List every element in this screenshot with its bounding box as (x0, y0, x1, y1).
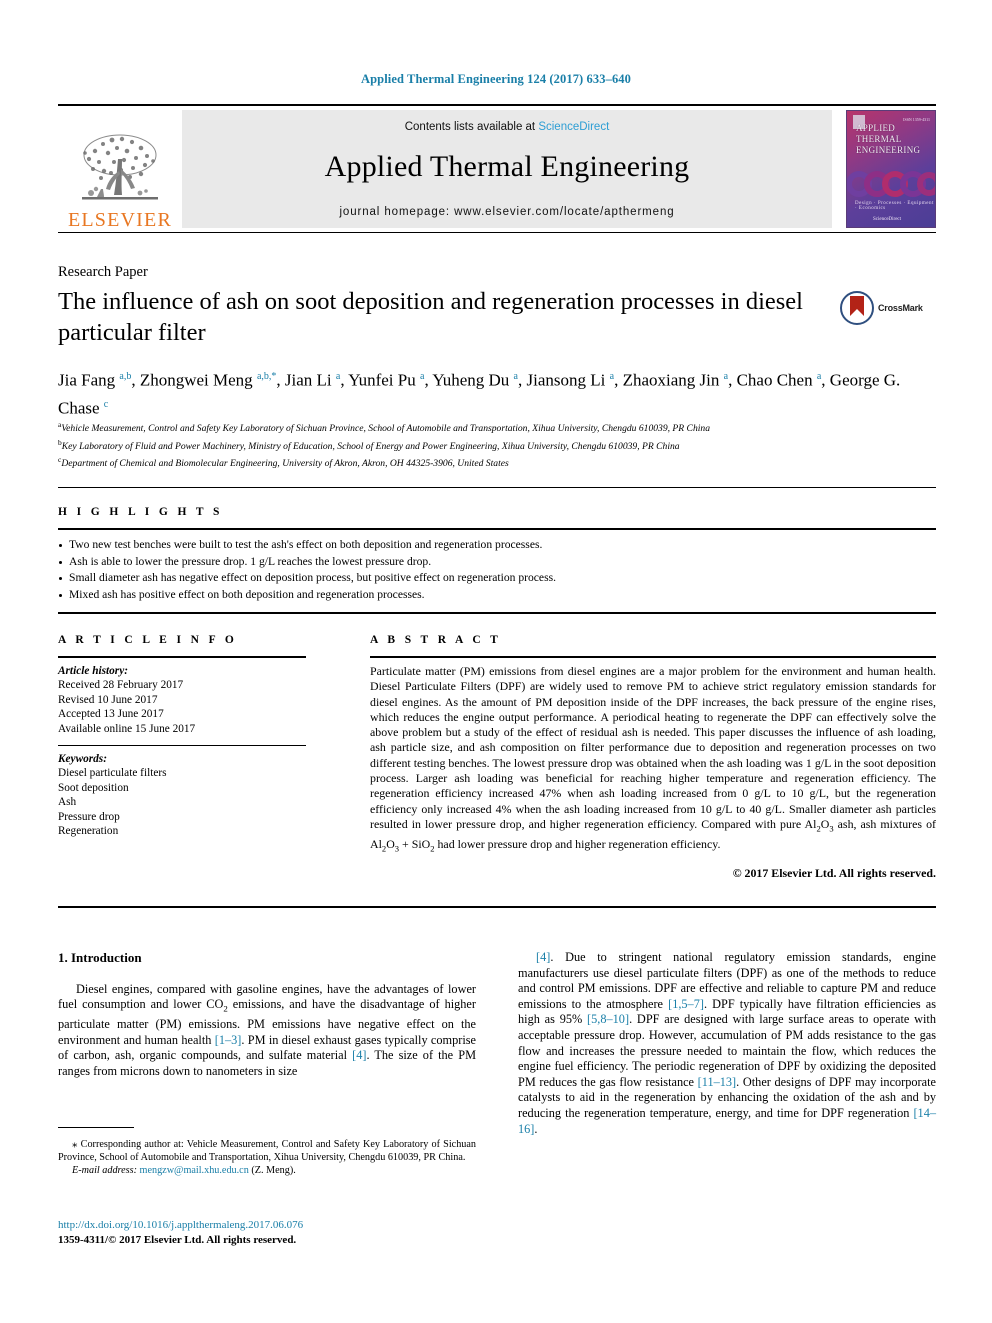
journal-masthead: ELSEVIER Contents lists available at Sci… (58, 104, 936, 234)
affiliation-text-b: Key Laboratory of Fluid and Power Machin… (61, 440, 680, 452)
author-list: Jia Fang a,b, Zhongwei Meng a,b,*, Jian … (58, 370, 901, 418)
page-footer: http://dx.doi.org/10.1016/j.applthermale… (58, 1218, 558, 1247)
list-item: Two new test benches were built to test … (58, 537, 936, 554)
article-type-kicker: Research Paper (58, 264, 148, 280)
list-item: Ash is able to lower the pressure drop. … (58, 554, 936, 571)
body-column-right: [4]. Due to stringent national regulator… (518, 950, 936, 1137)
affiliation-bottom-rule (58, 487, 936, 488)
cover-title-line1: APPLIED (856, 123, 896, 133)
keywords-label: Keywords: (58, 753, 107, 766)
list-item: Mixed ash has positive effect on both de… (58, 587, 936, 604)
journal-title: Applied Thermal Engineering (324, 149, 690, 183)
abstract-heading: A B S T R A C T (370, 634, 502, 646)
affiliation-b: bKey Laboratory of Fluid and Power Machi… (58, 436, 938, 454)
page-title: The influence of ash on soot deposition … (58, 288, 803, 346)
cover-footer-text: Design · Processes · Equipment · Economi… (855, 201, 934, 211)
cover-issn: ISSN 1359-4311 (903, 117, 930, 122)
crossmark-icon (840, 291, 874, 325)
highlights-heading: H I G H L I G H T S (58, 506, 223, 518)
abstract-copyright: © 2017 Elsevier Ltd. All rights reserved… (732, 866, 936, 880)
crossmark-badge[interactable]: CrossMark (840, 286, 936, 330)
footnote-block: ⁎ Corresponding author at: Vehicle Measu… (58, 1138, 476, 1178)
contents-band: Contents lists available at ScienceDirec… (182, 110, 832, 228)
article-history-label: Article history: (58, 665, 128, 677)
cover-title-line2: THERMAL (856, 134, 902, 144)
cover-title-line3: ENGINEERING (856, 145, 921, 155)
article-info-block: Article history: Received 28 February 20… (58, 664, 308, 838)
section-heading-introduction: 1. Introduction (58, 950, 142, 965)
contents-lists-line: Contents lists available at ScienceDirec… (405, 121, 610, 133)
body-column-left: 1. Introduction Diesel engines, compared… (58, 950, 476, 1080)
affiliation-list: aVehicle Measurement, Control and Safety… (58, 418, 938, 471)
paper-page: Applied Thermal Engineering 124 (2017) 6… (0, 0, 992, 1323)
article-history-item: Accepted 13 June 2017 (58, 708, 164, 721)
highlights-list: Two new test benches were built to test … (58, 537, 936, 603)
email-suffix: (Z. Meng). (251, 1165, 296, 1177)
article-info-heading: A R T I C L E I N F O (58, 634, 238, 646)
journal-homepage-link[interactable]: journal homepage: www.elsevier.com/locat… (339, 206, 674, 218)
crossmark-label: CrossMark (878, 303, 923, 313)
affiliation-c: cDepartment of Chemical and Biomolecular… (58, 453, 938, 471)
doi-link[interactable]: http://dx.doi.org/10.1016/j.applthermale… (58, 1219, 303, 1231)
article-info-rule (58, 656, 306, 658)
cover-title: APPLIED THERMAL ENGINEERING (856, 123, 920, 156)
contents-prefix: Contents lists available at (404, 120, 539, 133)
elsevier-logo: ELSEVIER (58, 106, 182, 232)
keyword-item: Pressure drop (58, 810, 120, 823)
affiliation-text-c: Department of Chemical and Biomolecular … (61, 458, 509, 470)
sciencedirect-link[interactable]: ScienceDirect (538, 121, 609, 133)
journal-cover-thumbnail: ISSN 1359-4311 APPLIED THERMAL ENGINEERI… (832, 106, 936, 232)
article-history-item: Revised 10 June 2017 (58, 693, 158, 706)
keyword-item: Ash (58, 796, 77, 809)
corresponding-author-note: ⁎ Corresponding author at: Vehicle Measu… (58, 1138, 476, 1164)
affiliation-text-a: Vehicle Measurement, Control and Safety … (61, 423, 711, 435)
abstract-text: Particulate matter (PM) emissions from d… (370, 664, 936, 854)
email-link[interactable]: mengzw@mail.xhu.edu.cn (140, 1165, 249, 1176)
elsevier-wordmark: ELSEVIER (67, 209, 173, 231)
list-item: Small diameter ash has negative effect o… (58, 570, 936, 587)
email-label: E-mail address: (72, 1165, 137, 1177)
cover-artwork: ISSN 1359-4311 APPLIED THERMAL ENGINEERI… (846, 110, 936, 228)
abstract-bottom-rule (58, 906, 936, 908)
masthead-bottom-rule (58, 232, 936, 233)
highlights-top-rule (58, 528, 936, 530)
keyword-item: Regeneration (58, 825, 119, 838)
email-note: E-mail address: mengzw@mail.xhu.edu.cn (… (58, 1164, 476, 1177)
running-head: Applied Thermal Engineering 124 (2017) 6… (360, 72, 631, 86)
keyword-item: Diesel particulate filters (58, 767, 167, 780)
cover-rings-graphic (847, 171, 935, 197)
affiliation-a: aVehicle Measurement, Control and Safety… (58, 418, 938, 436)
cover-bottom-label: ScienceDirect (873, 217, 902, 222)
elsevier-tree-icon (82, 134, 158, 200)
body-paragraph: Diesel engines, compared with gasoline e… (58, 981, 477, 1079)
body-paragraph: [4]. Due to stringent national regulator… (518, 950, 937, 1136)
article-history-item: Available online 15 June 2017 (58, 722, 196, 735)
footnote-rule (58, 1127, 134, 1128)
issn-copyright-line: 1359-4311/© 2017 Elsevier Ltd. All right… (58, 1233, 297, 1246)
abstract-rule (370, 656, 936, 658)
article-info-divider (58, 745, 306, 747)
article-history-item: Received 28 February 2017 (58, 679, 184, 692)
keyword-item: Soot deposition (58, 781, 129, 794)
highlights-bottom-rule (58, 612, 936, 614)
